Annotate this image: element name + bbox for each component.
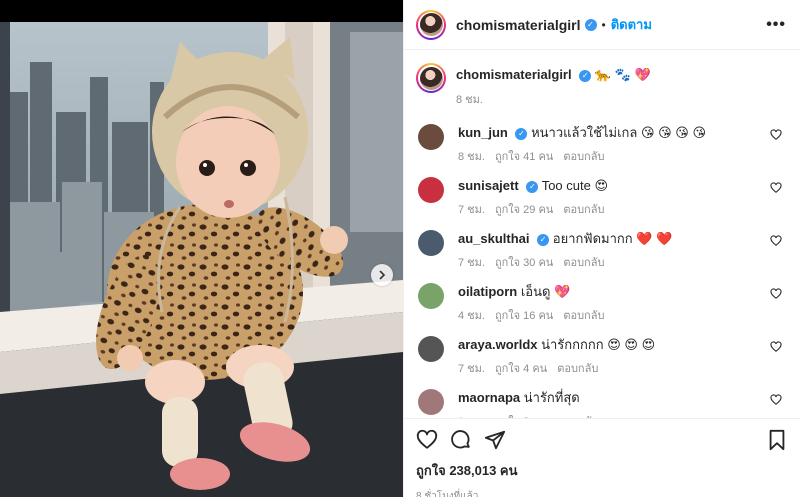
post-time: 8 ชั่วโมงที่แล้ว bbox=[416, 491, 479, 497]
caption-text: 🐆 🐾 💖 bbox=[594, 67, 651, 82]
chevron-right-icon bbox=[379, 270, 386, 280]
post-caption: chomismaterialgirl ✓ 🐆 🐾 💖 8 ชม. bbox=[416, 60, 786, 108]
reply-button[interactable]: ตอบกลับ bbox=[563, 204, 604, 216]
commenter-avatar[interactable] bbox=[418, 283, 444, 309]
comment-item: araya.worldx น่ารักกกกก 😍 😍 😍 7 ชม. ถูกใจ … bbox=[416, 334, 786, 387]
share-icon[interactable] bbox=[484, 429, 506, 451]
separator-dot: • bbox=[601, 17, 606, 32]
author-avatar[interactable] bbox=[416, 9, 446, 40]
post-actions: ถูกใจ 238,013 คน 8 ชั่วโมงที่แล้ว bbox=[404, 418, 800, 497]
commenter-avatar[interactable] bbox=[418, 124, 444, 150]
comment-likes[interactable]: ถูกใจ 30 คน bbox=[495, 257, 553, 269]
commenter-username[interactable]: araya.worldx bbox=[458, 337, 538, 352]
bookmark-icon[interactable] bbox=[767, 429, 787, 451]
heart-icon[interactable] bbox=[770, 288, 782, 300]
comment-item: au_skulthai ✓ อยากฟัดมากก ❤️ ❤️ 7 ชม. ถูกใ… bbox=[416, 228, 786, 281]
comment-time: 8 ชม. bbox=[458, 151, 485, 163]
post-photo[interactable] bbox=[0, 22, 403, 497]
follow-button[interactable]: ติดตาม bbox=[611, 14, 652, 35]
comment-likes[interactable]: ถูกใจ 16 คน bbox=[495, 310, 553, 322]
comment-text: หนาวแล้วใช้ไม่เกล 😘 😘 😘 😘 bbox=[531, 125, 707, 140]
commenter-username[interactable]: oilatiporn bbox=[458, 284, 517, 299]
comment-time: 7 ชม. bbox=[458, 257, 485, 269]
reply-button[interactable]: ตอบกลับ bbox=[563, 257, 604, 269]
post-header: chomismaterialgirl ✓ • ติดตาม ••• bbox=[404, 0, 800, 50]
caption-avatar[interactable] bbox=[416, 63, 446, 93]
verified-badge-icon: ✓ bbox=[515, 127, 528, 140]
comment-item: oilatiporn เอ็นดู 💖 4 ชม. ถูกใจ 16 คน ตอบกล… bbox=[416, 281, 786, 334]
reply-button[interactable]: ตอบกลับ bbox=[563, 151, 604, 163]
heart-icon[interactable] bbox=[770, 129, 782, 141]
verified-badge-icon: ✓ bbox=[579, 70, 592, 82]
comment-likes[interactable]: ถูกใจ 29 คน bbox=[495, 204, 553, 216]
verified-badge-icon: ✓ bbox=[584, 18, 597, 31]
commenter-avatar[interactable] bbox=[418, 177, 444, 203]
heart-icon[interactable] bbox=[770, 182, 782, 194]
author-username[interactable]: chomismaterialgirl bbox=[456, 17, 581, 33]
commenter-avatar[interactable] bbox=[418, 230, 444, 256]
comment-icon[interactable] bbox=[450, 429, 472, 451]
heart-icon[interactable] bbox=[770, 394, 782, 406]
like-heart-icon[interactable] bbox=[416, 429, 438, 451]
reply-button[interactable]: ตอบกลับ bbox=[563, 310, 604, 322]
commenter-username[interactable]: au_skulthai bbox=[458, 231, 530, 246]
caption-username[interactable]: chomismaterialgirl bbox=[456, 67, 572, 82]
comment-time: 7 ชม. bbox=[458, 204, 485, 216]
more-options-icon[interactable]: ••• bbox=[766, 16, 786, 34]
post-detail-panel: chomismaterialgirl ✓ • ติดตาม ••• chomis… bbox=[403, 0, 800, 497]
commenter-avatar[interactable] bbox=[418, 389, 444, 415]
likes-count[interactable]: ถูกใจ 238,013 คน bbox=[416, 460, 787, 481]
commenter-username[interactable]: kun_jun bbox=[458, 125, 508, 140]
commenter-avatar[interactable] bbox=[418, 336, 444, 362]
comments-list[interactable]: chomismaterialgirl ✓ 🐆 🐾 💖 8 ชม. kun_jun… bbox=[404, 50, 800, 418]
commenter-username[interactable]: maornapa bbox=[458, 390, 520, 405]
comment-text: อยากฟัดมากก ❤️ ❤️ bbox=[552, 231, 673, 246]
heart-icon[interactable] bbox=[770, 235, 782, 247]
comment-text: น่ารักที่สุด bbox=[523, 390, 580, 405]
commenter-username[interactable]: sunisajett bbox=[458, 178, 519, 193]
next-photo-button[interactable] bbox=[371, 264, 393, 286]
instagram-post-viewer: chomismaterialgirl ✓ • ติดตาม ••• chomis… bbox=[0, 0, 800, 497]
comment-time: 7 ชม. bbox=[458, 363, 485, 375]
comment-likes[interactable]: ถูกใจ 41 คน bbox=[495, 151, 553, 163]
comment-text: Too cute 😍 bbox=[541, 178, 609, 193]
comment-item: kun_jun ✓ หนาวแล้วใช้ไม่เกล 😘 😘 😘 😘 8 ชม.… bbox=[416, 122, 786, 175]
comment-item: maornapa น่ารักที่สุด1 ชม.ถูกใจ 3 คนตอบก… bbox=[416, 387, 786, 418]
verified-badge-icon: ✓ bbox=[526, 180, 539, 193]
heart-icon[interactable] bbox=[770, 341, 782, 353]
baby-photo-illustration bbox=[0, 22, 403, 497]
comment-text: เอ็นดู 💖 bbox=[520, 284, 571, 299]
comment-text: น่ารักกกกก 😍 😍 😍 bbox=[541, 337, 656, 352]
verified-badge-icon: ✓ bbox=[537, 233, 550, 246]
reply-button[interactable]: ตอบกลับ bbox=[557, 363, 598, 375]
caption-time: 8 ชม. bbox=[456, 94, 483, 106]
comment-item: sunisajett ✓ Too cute 😍 7 ชม. ถูกใจ 29 คน ต… bbox=[416, 175, 786, 228]
comment-time: 4 ชม. bbox=[458, 310, 485, 322]
comment-likes[interactable]: ถูกใจ 4 คน bbox=[495, 363, 547, 375]
